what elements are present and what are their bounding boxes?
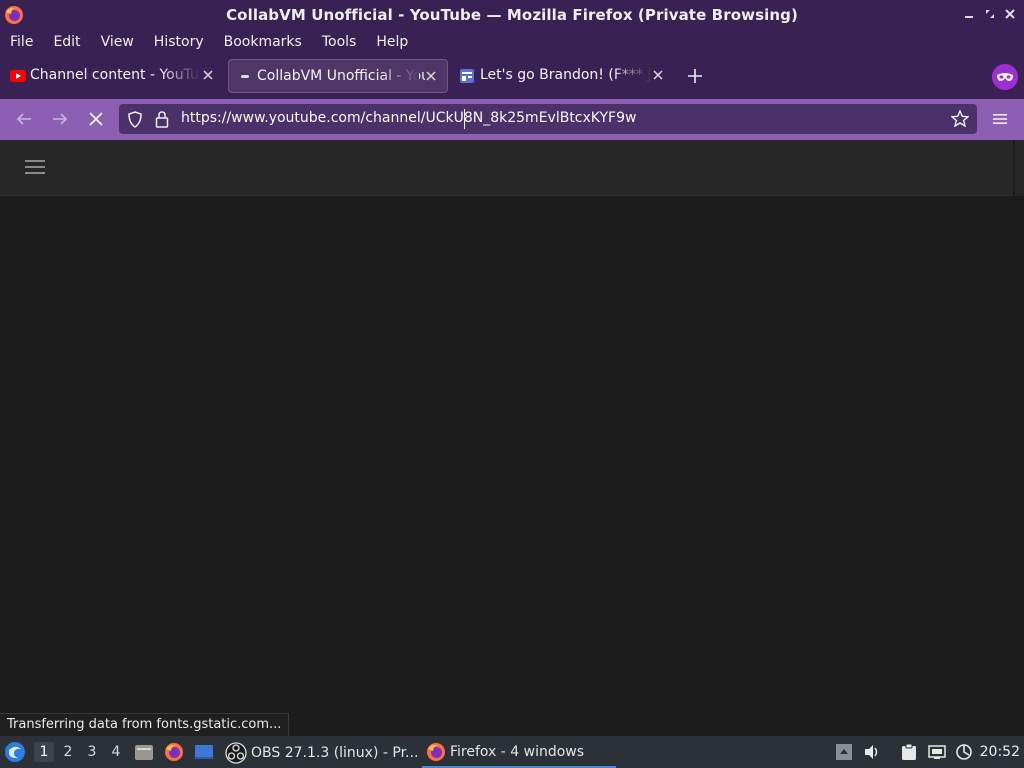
window-titlebar[interactable]: CollabVM Unofficial - YouTube — Mozilla … (0, 0, 1024, 30)
back-button[interactable] (11, 107, 37, 131)
guide-menu-button[interactable] (25, 160, 47, 176)
start-menu-icon (5, 742, 25, 762)
stop-loading-button[interactable] (83, 107, 109, 131)
arrow-left-icon (16, 113, 31, 125)
address-bar[interactable]: https://www.youtube.com/channel/UCkU8N_8… (119, 104, 977, 134)
show-desktop-icon (195, 745, 213, 759)
youtube-icon (10, 70, 26, 82)
restore-icon (986, 10, 994, 18)
tab-close-button[interactable] (200, 66, 216, 84)
menu-view[interactable]: View (91, 31, 144, 53)
file-manager-launcher[interactable] (134, 736, 156, 768)
menu-edit[interactable]: Edit (43, 31, 90, 53)
arrow-right-icon (53, 113, 68, 125)
menu-help[interactable]: Help (366, 31, 418, 53)
notification-area-toggle-icon[interactable] (835, 743, 853, 761)
tab-channel-content[interactable]: Channel content - YouTube (2, 59, 224, 93)
close-icon (1005, 9, 1015, 19)
firefox-icon (165, 743, 183, 761)
text-caret (464, 109, 465, 129)
clipboard-icon[interactable] (900, 743, 918, 761)
shield-icon[interactable] (127, 111, 143, 128)
network-icon[interactable] (928, 743, 946, 761)
page-scrollbar[interactable] (1013, 140, 1024, 736)
private-browsing-icon (992, 64, 1018, 90)
volume-icon[interactable] (863, 743, 881, 761)
file-manager-icon (135, 745, 153, 760)
star-bookmark-icon[interactable] (951, 110, 969, 127)
menu-bar: File Edit View History Bookmarks Tools H… (0, 30, 1024, 54)
tab-close-button[interactable] (650, 66, 666, 84)
scrollbar-header-segment (1015, 140, 1024, 196)
stop-icon (89, 112, 103, 126)
desktop-launcher[interactable] (194, 736, 216, 768)
workspace-4[interactable]: 4 (106, 742, 126, 762)
window-title: CollabVM Unofficial - YouTube — Mozilla … (226, 6, 798, 24)
lock-icon[interactable] (155, 110, 169, 128)
status-panel: Transferring data from fonts.gstatic.com… (0, 713, 290, 736)
menu-history[interactable]: History (144, 31, 214, 53)
maximize-button[interactable] (982, 6, 998, 22)
power-manager-icon[interactable] (955, 743, 973, 761)
tab-strip: Channel content - YouTube CollabVM Unoff… (0, 54, 1024, 99)
page-icon (460, 69, 474, 83)
minimize-icon (965, 16, 973, 18)
hamburger-menu-icon (993, 114, 1007, 124)
tab-lets-go-brandon[interactable]: Let's go Brandon! (F*** Joe (452, 59, 674, 93)
firefox-icon (427, 742, 445, 761)
hamburger-menu-icon (25, 160, 47, 174)
close-icon (653, 70, 663, 80)
close-window-button[interactable] (1002, 6, 1018, 22)
tab-label-fade (379, 64, 419, 90)
close-icon (426, 71, 436, 81)
obs-icon (225, 741, 247, 764)
firefox-icon (5, 6, 23, 24)
start-menu-button[interactable] (4, 736, 28, 768)
navigation-toolbar: https://www.youtube.com/channel/UCkU8N_8… (0, 99, 1024, 140)
tab-label-fade (612, 63, 652, 89)
app-menu-button[interactable] (987, 107, 1013, 131)
taskbar-window-obs[interactable]: OBS 27.1.3 (linux) - Pr... (223, 737, 419, 768)
page-content (0, 140, 1013, 736)
new-tab-button[interactable] (684, 65, 706, 87)
tab-close-button[interactable] (423, 67, 439, 85)
firefox-launcher[interactable] (164, 736, 186, 768)
taskbar: 1 2 3 4 OBS 27.1.3 (linux) - Pr... Firef… (0, 736, 1024, 768)
menu-tools[interactable]: Tools (312, 31, 367, 53)
minimize-button[interactable] (961, 6, 977, 22)
workspace-3[interactable]: 3 (82, 742, 102, 762)
plus-icon (688, 69, 702, 83)
taskbar-window-label: Firefox - 4 windows (450, 743, 585, 760)
tab-collabvm-unofficial[interactable]: CollabVM Unofficial - YouTube (228, 59, 448, 93)
taskbar-window-label: OBS 27.1.3 (linux) - Pr... (251, 744, 419, 761)
menu-bookmarks[interactable]: Bookmarks (214, 31, 312, 53)
youtube-header (0, 140, 1013, 196)
close-icon (203, 70, 213, 80)
url-text[interactable]: https://www.youtube.com/channel/UCkU8N_8… (181, 110, 636, 126)
workspace-1[interactable]: 1 (34, 742, 54, 762)
workspace-2[interactable]: 2 (58, 742, 78, 762)
forward-button[interactable] (47, 107, 73, 131)
clock[interactable]: 20:52 (980, 736, 1020, 768)
loading-icon (241, 75, 249, 78)
menu-file[interactable]: File (0, 31, 43, 53)
tab-label-fade (160, 63, 200, 89)
taskbar-window-firefox[interactable]: Firefox - 4 windows (422, 737, 616, 768)
